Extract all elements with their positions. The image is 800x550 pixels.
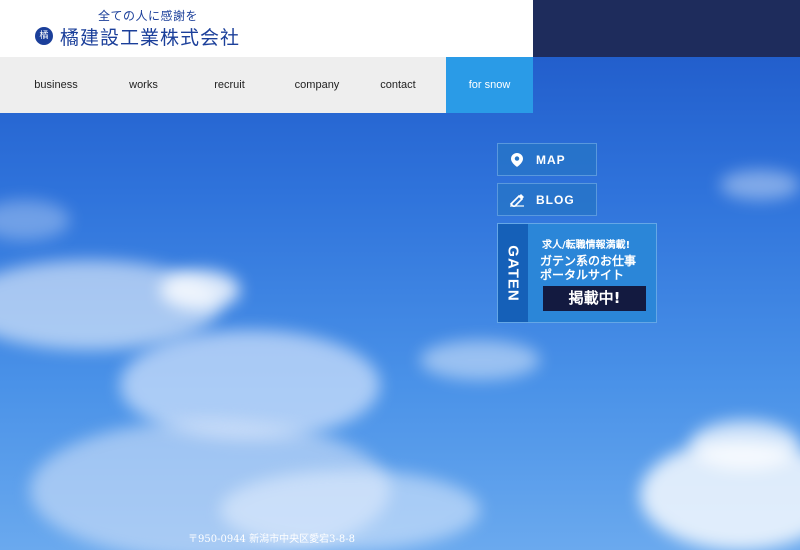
- gaten-banner[interactable]: GATEN 求人/転職情報満載! ガテン系のお仕事 ポータルサイト 掲載中!: [497, 223, 657, 323]
- main-nav: business works recruit company contact f…: [0, 57, 533, 113]
- gaten-logo-strip: GATEN: [498, 224, 528, 322]
- gaten-badge: 掲載中!: [543, 286, 646, 311]
- cloud: [420, 340, 540, 380]
- cloud: [160, 270, 240, 310]
- header-dark-panel: [533, 0, 800, 57]
- nav-company[interactable]: company: [284, 57, 350, 113]
- map-button[interactable]: MAP: [497, 143, 597, 176]
- tagline: 全ての人に感謝を: [98, 9, 199, 23]
- site-header: 全ての人に感謝を 橘 橘建設工業株式会社: [0, 0, 533, 57]
- blog-button[interactable]: BLOG: [497, 183, 597, 216]
- map-pin-icon: [498, 152, 536, 167]
- gaten-subline-2: ポータルサイト: [540, 268, 625, 282]
- blog-label: BLOG: [536, 192, 575, 207]
- company-logo-icon[interactable]: 橘: [35, 27, 53, 45]
- nav-for-snow[interactable]: for snow: [446, 57, 533, 113]
- map-label: MAP: [536, 152, 566, 167]
- nav-works[interactable]: works: [112, 57, 175, 113]
- gaten-logo: GATEN: [504, 244, 522, 302]
- cloud: [0, 200, 70, 240]
- company-address: 〒950-0944 新潟市中央区愛宕3-8-8: [188, 534, 355, 545]
- company-name[interactable]: 橘建設工業株式会社: [60, 23, 240, 50]
- cloud: [690, 420, 800, 470]
- nav-contact[interactable]: contact: [350, 57, 446, 113]
- gaten-headline: 求人/転職情報満載!: [542, 240, 631, 251]
- nav-recruit[interactable]: recruit: [175, 57, 284, 113]
- pen-icon: [498, 193, 536, 207]
- nav-business[interactable]: business: [0, 57, 112, 113]
- cloud: [720, 170, 800, 200]
